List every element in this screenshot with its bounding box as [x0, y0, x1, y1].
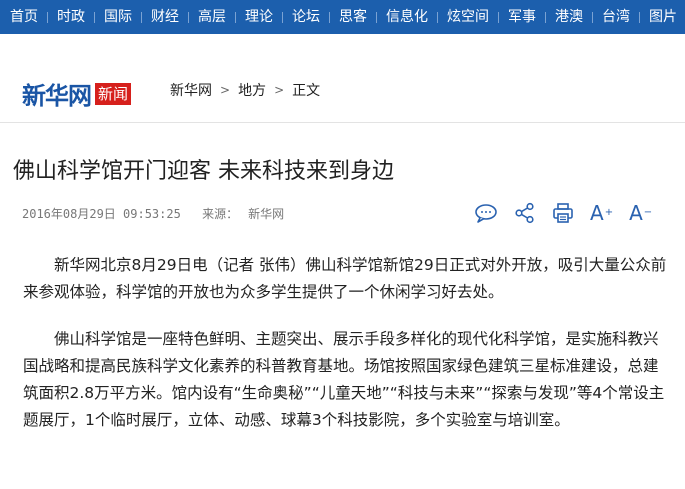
chevron-right-icon: >	[220, 83, 231, 97]
share-icon[interactable]	[514, 202, 536, 224]
nav-item-leadership[interactable]: 高层	[188, 0, 235, 34]
chevron-right-icon: >	[274, 83, 285, 97]
breadcrumb: 新华网 > 地方 > 正文	[170, 80, 320, 100]
font-increase-icon[interactable]: A +	[590, 200, 613, 226]
breadcrumb-item-home[interactable]: 新华网	[170, 80, 212, 100]
source-name: 新华网	[248, 207, 285, 221]
article-tools: A + A −	[474, 200, 668, 226]
nav-item-informatization[interactable]: 信息化	[376, 0, 437, 34]
nav-item-finance[interactable]: 财经	[141, 0, 188, 34]
breadcrumb-item-current: 正文	[292, 83, 321, 99]
print-icon[interactable]	[552, 202, 574, 224]
page-header: 新华网 新闻 新华网 > 地方 > 正文	[0, 34, 685, 123]
article-title: 佛山科学馆开门迎客 未来科技来到身边	[13, 159, 394, 184]
font-increase-label: A	[590, 201, 604, 225]
nav-item-hk-macao[interactable]: 港澳	[545, 0, 592, 34]
nav-item-taiwan[interactable]: 台湾	[592, 0, 639, 34]
article-body: 新华网北京8月29日电（记者 张伟）佛山科学馆新馆29日正式对外开放，吸引大量公…	[23, 252, 671, 454]
nav-item-cool-space[interactable]: 炫空间	[437, 0, 498, 34]
source-label: 来源：	[202, 207, 239, 221]
nav-item-home[interactable]: 首页	[0, 0, 47, 34]
publish-datetime: 2016年08月29日 09:53:25	[22, 207, 181, 221]
logo-text: 新华网	[22, 81, 92, 110]
nav-item-forum[interactable]: 论坛	[282, 0, 329, 34]
nav-item-pictures[interactable]: 图片	[639, 0, 685, 34]
site-logo[interactable]: 新华网 新闻	[22, 76, 132, 111]
font-decrease-icon[interactable]: A −	[629, 200, 652, 226]
font-decrease-label: A	[629, 201, 643, 225]
comment-icon[interactable]	[474, 203, 498, 223]
logo-badge: 新闻	[95, 82, 132, 105]
article-paragraph: 佛山科学馆是一座特色鲜明、主题突出、展示手段多样化的现代化科学馆，是实施科教兴国…	[23, 330, 665, 429]
article-meta: 2016年08月29日 09:53:25 来源： 新华网	[22, 205, 284, 222]
breadcrumb-item-local[interactable]: 地方	[238, 80, 266, 100]
top-navigation: 首页 时政 国际 财经 高层 理论 论坛 思客 信息化 炫空间 军事 港澳 台湾…	[0, 0, 685, 34]
nav-item-international[interactable]: 国际	[94, 0, 141, 34]
nav-item-theory[interactable]: 理论	[235, 0, 282, 34]
nav-item-military[interactable]: 军事	[498, 0, 545, 34]
article-paragraph: 新华网北京8月29日电（记者 张伟）佛山科学馆新馆29日正式对外开放，吸引大量公…	[23, 256, 667, 301]
nav-item-politics[interactable]: 时政	[47, 0, 94, 34]
nav-item-thinkers[interactable]: 思客	[329, 0, 376, 34]
